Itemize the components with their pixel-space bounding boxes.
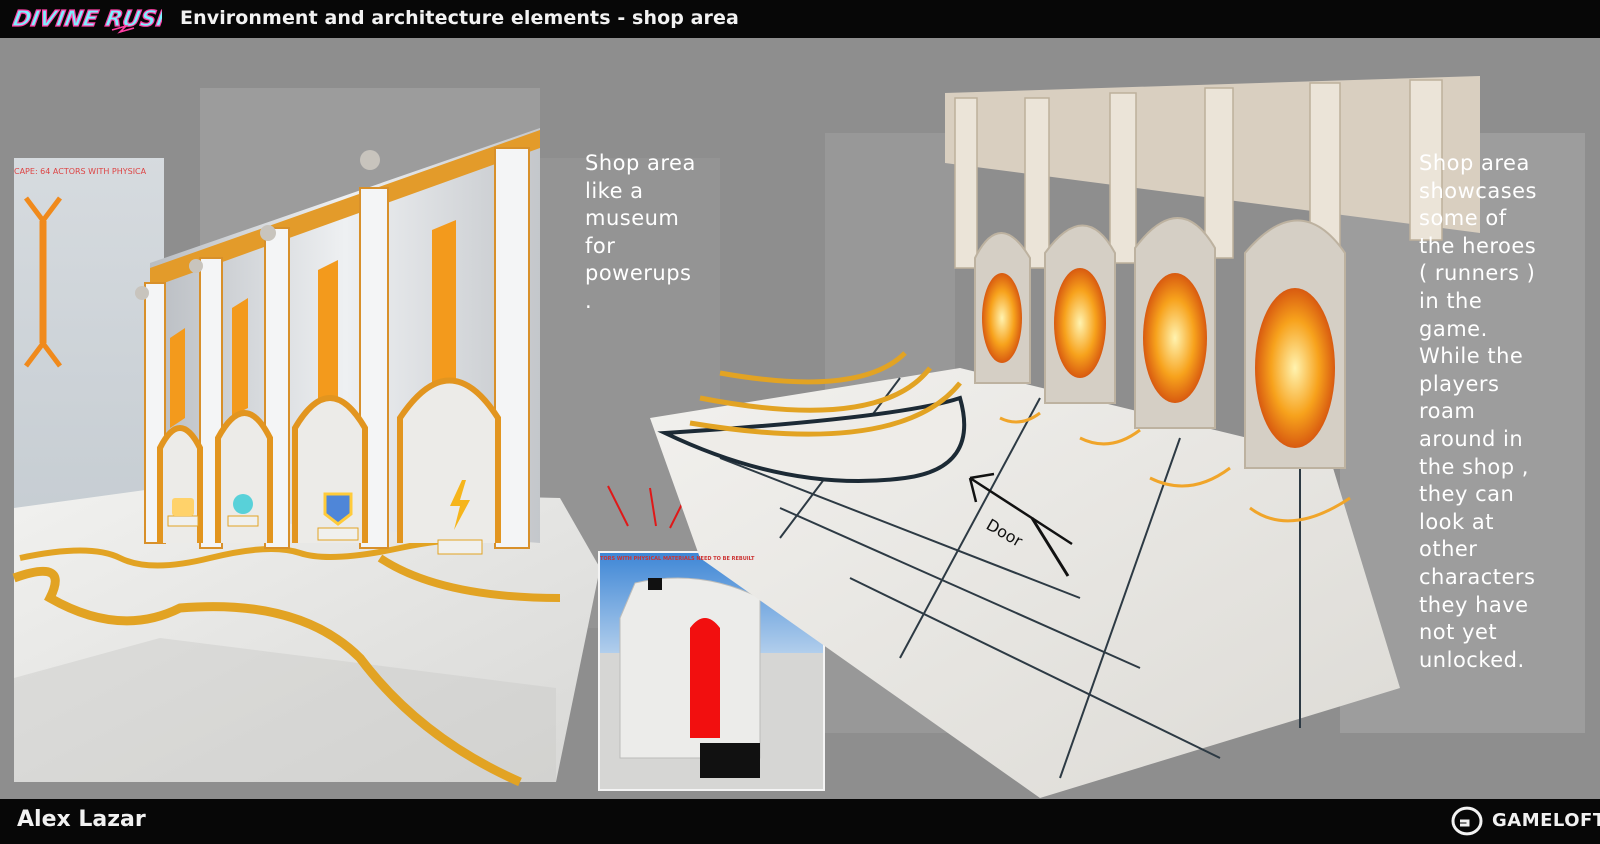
svg-text:DIVINE RUSH: DIVINE RUSH — [12, 6, 162, 32]
shop-heroes-note: Shop area showcases some of the heroes (… — [1419, 151, 1537, 672]
svg-text:CAPE: 64 ACTORS WITH PHYSICA: CAPE: 64 ACTORS WITH PHYSICA — [14, 167, 147, 176]
concept-artwork: CAPE: 64 ACTORS WITH PHYSICA Door — [12, 76, 1585, 798]
shop-museum-note: Shop area like a museum for powerups . — [585, 151, 696, 313]
page-title: Environment and architecture elements - … — [180, 7, 739, 29]
gameloft-logo-icon — [1451, 806, 1483, 836]
gameloft-brand: GAMELOFT — [1492, 810, 1600, 831]
inset-warning-text: TORS WITH PHYSICAL MATERIALS NEED TO BE … — [600, 556, 755, 562]
divine-rush-logo: DIVINE RUSH — [12, 6, 162, 34]
author-name: Alex Lazar — [17, 807, 146, 832]
footer-bar — [0, 799, 1600, 844]
